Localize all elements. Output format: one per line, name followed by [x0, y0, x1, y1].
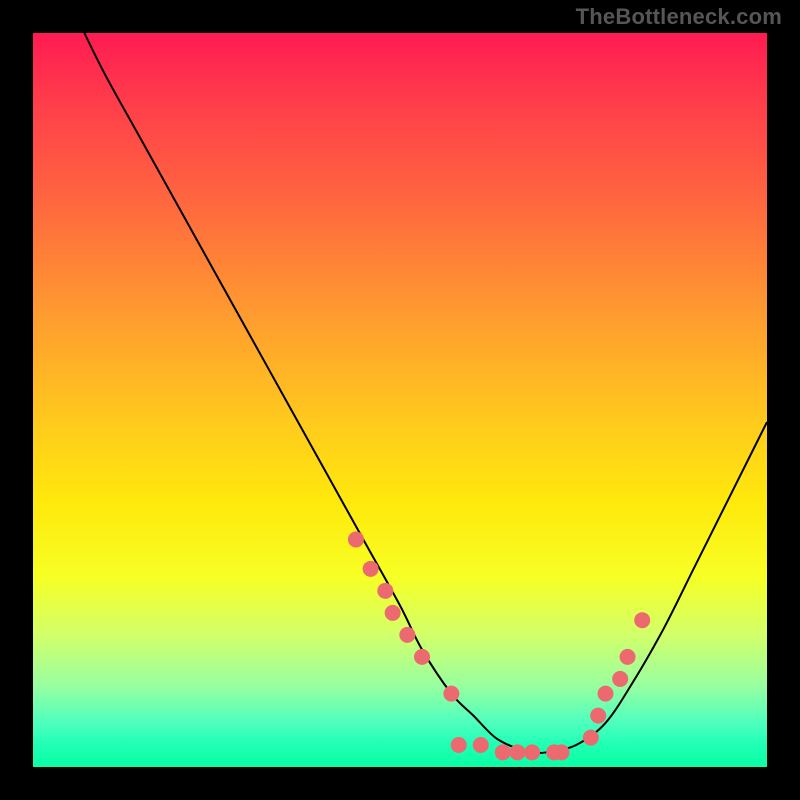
data-marker — [399, 627, 415, 643]
watermark-text: TheBottleneck.com — [576, 4, 782, 30]
data-marker — [473, 737, 489, 753]
data-marker — [414, 649, 430, 665]
data-marker — [363, 561, 379, 577]
data-marker — [598, 686, 614, 702]
data-marker — [443, 686, 459, 702]
data-marker — [377, 583, 393, 599]
data-marker — [612, 671, 628, 687]
data-marker — [524, 744, 540, 760]
data-marker — [385, 605, 401, 621]
data-marker — [348, 531, 364, 547]
markers-group — [348, 531, 650, 760]
data-marker — [451, 737, 467, 753]
data-marker — [590, 708, 606, 724]
data-marker — [634, 612, 650, 628]
data-marker — [509, 744, 525, 760]
data-marker — [583, 730, 599, 746]
data-marker — [553, 744, 569, 760]
data-marker — [495, 744, 511, 760]
plot-area — [33, 33, 767, 767]
chart-overlay-svg — [33, 33, 767, 767]
chart-stage: TheBottleneck.com — [0, 0, 800, 800]
data-marker — [620, 649, 636, 665]
bottleneck-curve — [84, 33, 767, 753]
